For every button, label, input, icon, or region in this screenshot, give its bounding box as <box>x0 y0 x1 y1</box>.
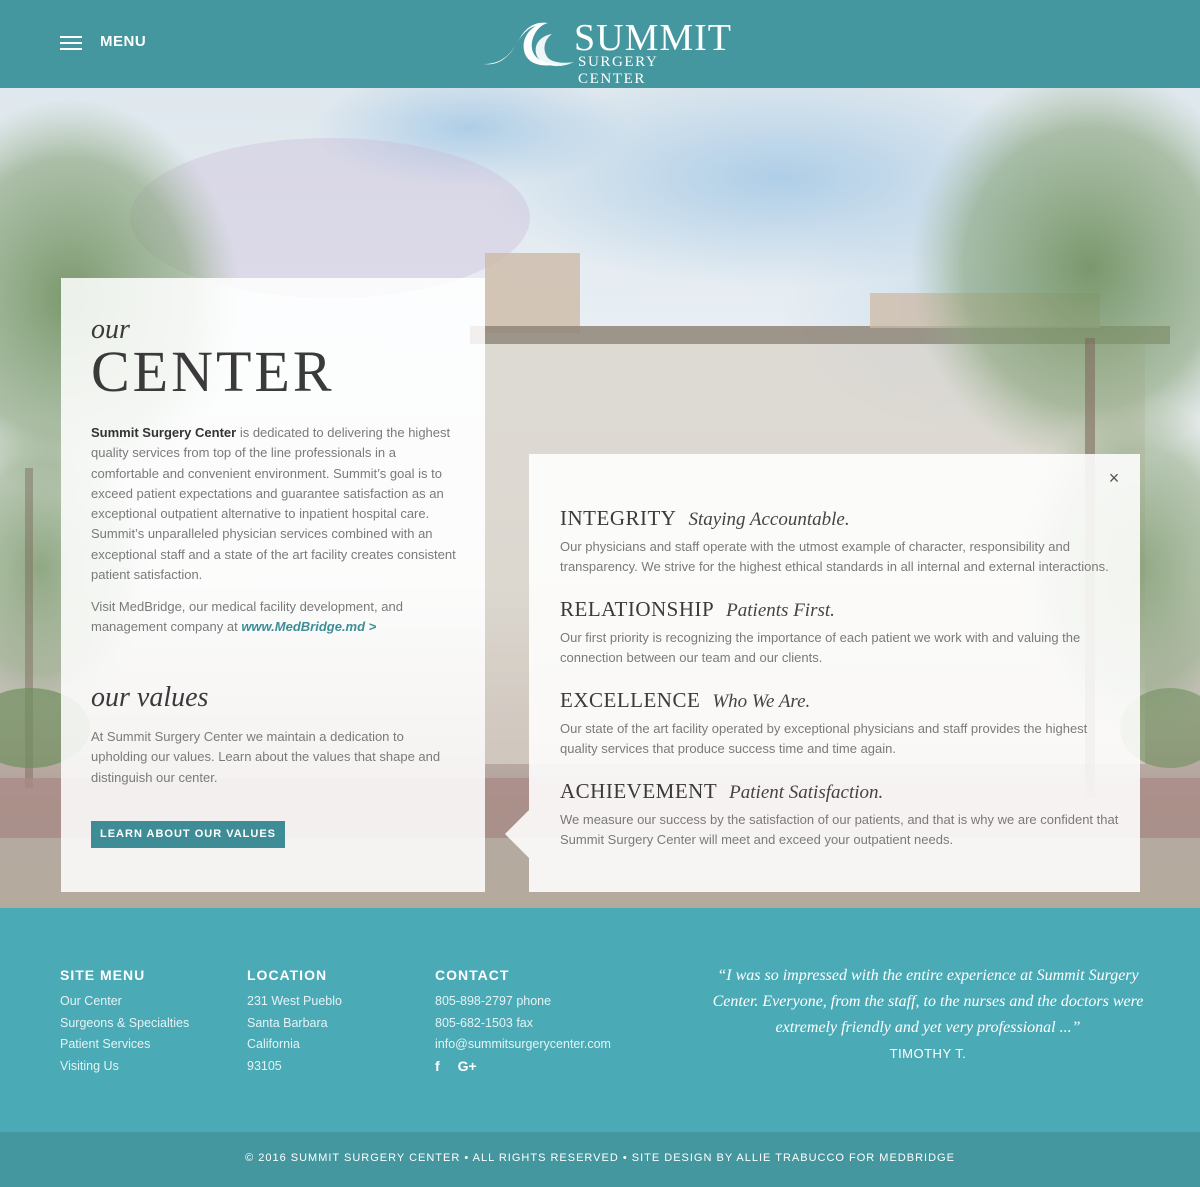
value-description: Our physicians and staff operate with th… <box>560 539 1109 575</box>
value-tagline: Patient Satisfaction. <box>729 782 884 803</box>
value-name: ACHIEVEMENT <box>560 779 718 803</box>
popup-pointer <box>505 810 529 858</box>
value-tagline: Staying Accountable. <box>688 509 850 530</box>
contact-phone: 805-898-2797 phone <box>435 994 552 1008</box>
site-menu-heading: SITE MENU <box>60 967 146 983</box>
value-tagline: Who We Are. <box>712 691 811 712</box>
address-state: California <box>247 1037 300 1051</box>
learn-values-button[interactable]: LEARN ABOUT OUR VALUES <box>91 821 285 848</box>
contact-heading: CONTACT <box>435 967 510 983</box>
facebook-icon[interactable]: f <box>435 1058 440 1074</box>
social-links: f G+ <box>435 1058 611 1074</box>
address-city: Santa Barbara <box>247 1015 328 1030</box>
footer-link-patient-services[interactable]: Patient Services <box>60 1034 189 1056</box>
footer-link-visiting-us[interactable]: Visiting Us <box>60 1056 189 1078</box>
value-tagline: Patients First. <box>726 600 835 621</box>
footer-site-menu: SITE MENU Our Center Surgeons & Specialt… <box>60 967 189 1077</box>
logo-subtitle: SURGERY CENTER <box>578 54 658 87</box>
center-intro: Summit Surgery Center is dedicated to de… <box>91 423 456 585</box>
value-excellence: EXCELLENCE Who We Are. Our state of the … <box>560 688 1120 760</box>
address-street: 231 West Pueblo <box>247 994 342 1008</box>
contact-email-link[interactable]: info@summitsurgerycenter.com <box>435 1034 611 1056</box>
medbridge-link[interactable]: www.MedBridge.md > <box>241 619 376 634</box>
logo-title: SUMMIT <box>574 17 733 59</box>
value-name: EXCELLENCE <box>560 688 701 712</box>
menu-button[interactable]: MENU <box>60 33 146 50</box>
hero-section: our CENTER Summit Surgery Center is dedi… <box>0 88 1200 908</box>
center-intro-bold: Summit Surgery Center <box>91 425 237 440</box>
values-title: our values <box>91 682 209 713</box>
value-description: Our first priority is recognizing the im… <box>560 630 1081 666</box>
values-intro: At Summit Surgery Center we maintain a d… <box>91 729 441 785</box>
site-logo[interactable]: SUMMIT SURGERY CENTER <box>482 18 731 87</box>
testimonial-quote: “I was so impressed with the entire expe… <box>712 967 1144 1036</box>
testimonial-author: TIMOTHY T. <box>889 1046 967 1061</box>
value-name: INTEGRITY <box>560 506 677 530</box>
google-plus-icon[interactable]: G+ <box>458 1058 477 1074</box>
wave-logo-icon <box>484 22 574 67</box>
value-description: We measure our success by the satisfacti… <box>560 812 1119 848</box>
value-achievement: ACHIEVEMENT Patient Satisfaction. We mea… <box>560 779 1120 851</box>
value-description: Our state of the art facility operated b… <box>560 721 1088 757</box>
copyright-bar: © 2016 SUMMIT SURGERY CENTER • ALL RIGHT… <box>0 1132 1200 1187</box>
value-name: RELATIONSHIP <box>560 597 715 621</box>
site-footer: SITE MENU Our Center Surgeons & Specialt… <box>0 908 1200 1132</box>
location-heading: LOCATION <box>247 967 328 983</box>
value-relationship: RELATIONSHIP Patients First. Our first p… <box>560 597 1120 669</box>
footer-link-our-center[interactable]: Our Center <box>60 991 189 1013</box>
footer-location: LOCATION 231 West Pueblo Santa Barbara C… <box>247 967 342 1077</box>
values-popup-card: × INTEGRITY Staying Accountable. Our phy… <box>505 454 1140 892</box>
address-zip: 93105 <box>247 1058 282 1073</box>
footer-contact: CONTACT 805-898-2797 phone 805-682-1503 … <box>435 967 611 1074</box>
copyright-text: © 2016 SUMMIT SURGERY CENTER • ALL RIGHT… <box>245 1152 955 1164</box>
hamburger-icon <box>60 34 82 50</box>
site-header: MENU SUMMIT SURGERY CENTER <box>0 0 1200 88</box>
value-integrity: INTEGRITY Staying Accountable. Our physi… <box>560 506 1120 578</box>
close-icon[interactable]: × <box>1106 469 1122 487</box>
our-center-card: our CENTER Summit Surgery Center is dedi… <box>61 278 485 892</box>
center-title-big: CENTER <box>91 339 335 404</box>
footer-link-surgeons[interactable]: Surgeons & Specialties <box>60 1013 189 1035</box>
contact-fax: 805-682-1503 fax <box>435 1015 533 1030</box>
menu-label: MENU <box>100 33 147 50</box>
medbridge-note: Visit MedBridge, our medical facility de… <box>91 597 456 638</box>
center-intro-text: is dedicated to delivering the highest q… <box>91 425 456 583</box>
